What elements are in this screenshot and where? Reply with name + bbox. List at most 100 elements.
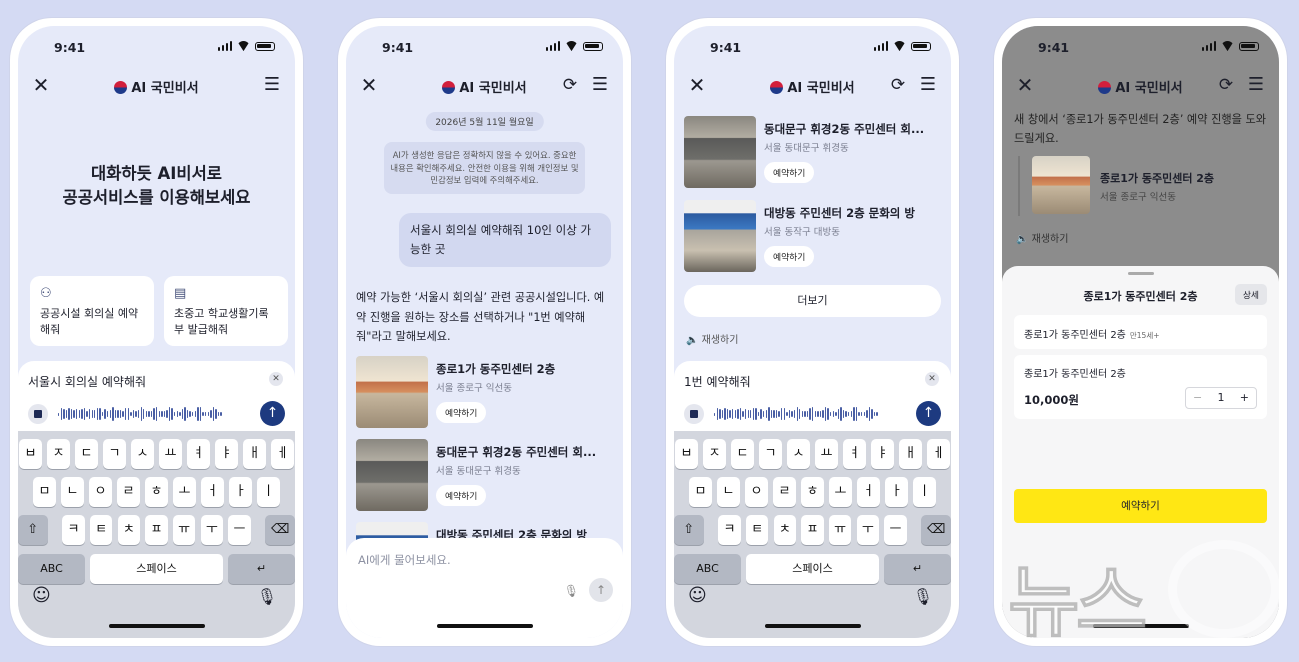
key[interactable]: ㅅ — [131, 439, 154, 469]
suggestion-card-school-record[interactable]: ▤ 초중고 학교생활기록부 발급해줘 — [164, 276, 288, 346]
key[interactable]: ㅈ — [47, 439, 70, 469]
key[interactable]: ㄹ — [773, 477, 796, 507]
detail-button[interactable]: 상세 — [1234, 284, 1267, 305]
menu-icon[interactable]: ☰ — [591, 74, 609, 96]
key[interactable]: ㅗ — [829, 477, 852, 507]
key[interactable]: ㅡ — [228, 515, 251, 545]
reserve-submit-button[interactable]: 예약하기 — [1014, 489, 1267, 523]
reserve-button[interactable]: 예약하기 — [436, 485, 487, 506]
abc-key[interactable]: ABC — [18, 554, 85, 584]
key[interactable]: ㅏ — [229, 477, 252, 507]
key[interactable]: ㅎ — [801, 477, 824, 507]
reserve-button[interactable]: 예약하기 — [764, 246, 815, 267]
key[interactable]: ㅏ — [885, 477, 908, 507]
send-button[interactable]: ↑ — [260, 401, 285, 426]
menu-icon[interactable]: ☰ — [919, 74, 937, 96]
key[interactable]: ㄴ — [717, 477, 740, 507]
key[interactable]: ㅑ — [215, 439, 238, 469]
sheet-handle[interactable] — [1127, 272, 1154, 275]
key[interactable]: ㅌ — [746, 515, 769, 545]
key[interactable]: ㄴ — [61, 477, 84, 507]
key[interactable]: ㅊ — [773, 515, 796, 545]
microphone-icon[interactable]: 🎙 — [564, 584, 579, 598]
backspace-key[interactable]: ⌫ — [265, 515, 295, 545]
plus-button[interactable]: + — [1233, 388, 1256, 408]
key[interactable]: ㄹ — [117, 477, 140, 507]
key[interactable]: ㅜ — [200, 515, 223, 545]
emoji-icon[interactable]: ☺ — [688, 585, 707, 606]
key[interactable]: ㅜ — [856, 515, 879, 545]
key[interactable]: ㅗ — [173, 477, 196, 507]
menu-icon[interactable]: ☰ — [263, 74, 281, 96]
menu-icon[interactable]: ☰ — [1247, 74, 1265, 96]
key[interactable]: ㅁ — [33, 477, 56, 507]
replay-button[interactable]: 🔈 재생하기 — [1016, 230, 1068, 245]
abc-key[interactable]: ABC — [674, 554, 741, 584]
key[interactable]: ㅅ — [787, 439, 810, 469]
key[interactable]: ㅣ — [257, 477, 280, 507]
reserve-button[interactable]: 예약하기 — [764, 162, 815, 183]
key[interactable]: ㅇ — [745, 477, 768, 507]
send-button[interactable]: ↑ — [589, 578, 613, 602]
clear-icon[interactable]: ✕ — [925, 372, 939, 386]
ask-input[interactable]: AI에게 물어보세요. — [358, 552, 451, 568]
send-button[interactable]: ↑ — [916, 401, 941, 426]
key[interactable]: ㅡ — [884, 515, 907, 545]
key[interactable]: ㅕ — [187, 439, 210, 469]
shift-key[interactable]: ⇧ — [18, 515, 48, 545]
key[interactable]: ㅂ — [675, 439, 698, 469]
key[interactable]: ㅊ — [117, 515, 140, 545]
key[interactable]: ㅕ — [843, 439, 866, 469]
emoji-icon[interactable]: ☺ — [32, 585, 51, 606]
key[interactable]: ㅈ — [703, 439, 726, 469]
key[interactable]: ㅛ — [159, 439, 182, 469]
key[interactable]: ㅓ — [857, 477, 880, 507]
clear-icon[interactable]: ✕ — [269, 372, 283, 386]
suggestion-card-meeting-room[interactable]: ⚇ 공공시설 회의실 예약해줘 — [30, 276, 154, 346]
key[interactable]: ㅛ — [815, 439, 838, 469]
refresh-icon[interactable]: ⟳ — [889, 74, 907, 96]
key[interactable]: ㅂ — [19, 439, 42, 469]
replay-button[interactable]: 🔈 재생하기 — [686, 331, 738, 346]
key[interactable]: ㅔ — [927, 439, 950, 469]
microphone-icon[interactable]: 🎙 — [913, 587, 933, 606]
reserve-button[interactable]: 예약하기 — [436, 402, 487, 423]
result-card[interactable]: 대방동 주민센터 2층 문화의 방 서울 동작구 대방동 예약하기 — [684, 200, 941, 272]
key[interactable]: ㅠ — [829, 515, 852, 545]
key[interactable]: ㅠ — [173, 515, 196, 545]
more-button[interactable]: 더보기 — [684, 285, 941, 317]
key[interactable]: ㅋ — [62, 515, 85, 545]
result-card[interactable]: 동대문구 휘경2동 주민센터 회... 서울 동대문구 휘경동 예약하기 — [684, 116, 941, 190]
option-row[interactable]: 종로1가 동주민센터 2층 만15세+ — [1014, 315, 1267, 349]
input-text[interactable]: 서울시 회의실 예약해줘 — [28, 373, 146, 390]
key[interactable]: ㅋ — [718, 515, 741, 545]
key[interactable]: ㄷ — [75, 439, 98, 469]
return-key[interactable]: ↵ — [884, 554, 951, 584]
space-key[interactable]: 스페이스 — [746, 554, 879, 584]
refresh-icon[interactable]: ⟳ — [561, 74, 579, 96]
key[interactable]: ㅇ — [89, 477, 112, 507]
backspace-key[interactable]: ⌫ — [921, 515, 951, 545]
input-text[interactable]: 1번 예약해줘 — [684, 373, 751, 390]
shift-key[interactable]: ⇧ — [674, 515, 704, 545]
key[interactable]: ㅎ — [145, 477, 168, 507]
return-key[interactable]: ↵ — [228, 554, 295, 584]
minus-button[interactable]: − — [1186, 388, 1209, 408]
key[interactable]: ㅐ — [243, 439, 266, 469]
result-card[interactable]: 종로1가 동주민센터 2층 서울 종로구 익선동 예약하기 — [356, 356, 613, 428]
key[interactable]: ㅑ — [871, 439, 894, 469]
microphone-icon[interactable]: 🎙 — [257, 587, 277, 606]
key[interactable]: ㅐ — [899, 439, 922, 469]
key[interactable]: ㅌ — [90, 515, 113, 545]
key[interactable]: ㄷ — [731, 439, 754, 469]
key[interactable]: ㄱ — [103, 439, 126, 469]
key[interactable]: ㄱ — [759, 439, 782, 469]
key[interactable]: ㅁ — [689, 477, 712, 507]
refresh-icon[interactable]: ⟳ — [1217, 74, 1235, 96]
stop-recording-button[interactable] — [28, 404, 48, 424]
key[interactable]: ㅣ — [913, 477, 936, 507]
result-card[interactable]: 동대문구 휘경2동 주민센터 회... 서울 동대문구 휘경동 예약하기 — [356, 439, 613, 511]
key[interactable]: ㅓ — [201, 477, 224, 507]
key[interactable]: ㅔ — [271, 439, 294, 469]
space-key[interactable]: 스페이스 — [90, 554, 223, 584]
